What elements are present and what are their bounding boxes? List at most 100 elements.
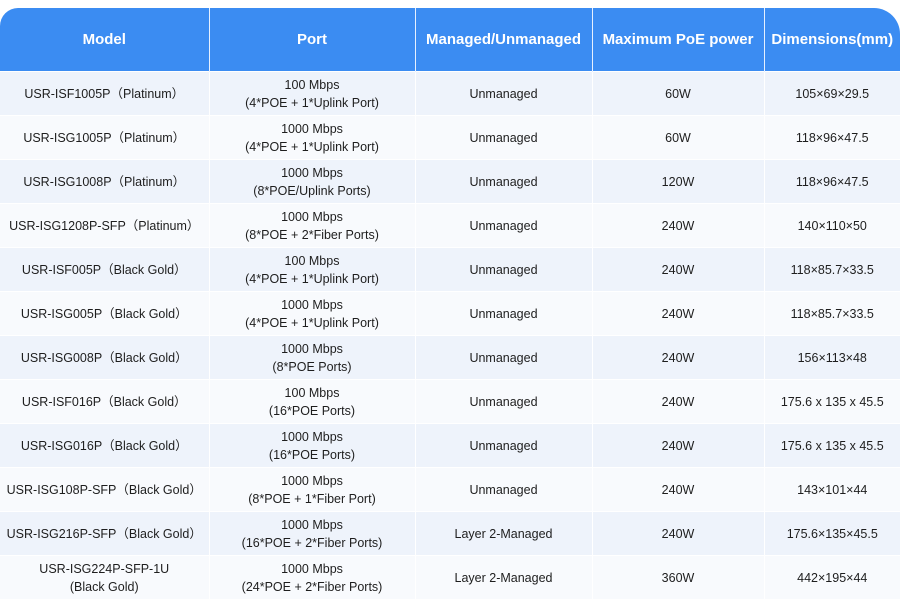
cell-port-line: 1000 Mbps [281,429,343,444]
cell-port-line: (24*POE + 2*Fiber Ports) [241,579,383,594]
cell-port-line: (8*POE Ports) [272,359,352,374]
cell-model: USR-ISF005P（Black Gold） [0,247,210,292]
cell-port-line: 100 Mbps [284,253,340,268]
cell-port: 1000 Mbps (8*POE + 2*Fiber Ports) [209,203,416,248]
cell-max-poe-power: 240W [592,247,765,292]
cell-port: 1000 Mbps (8*POE + 1*Fiber Port) [209,467,416,512]
cell-port-line: (16*POE Ports) [268,447,356,462]
cell-port: 1000 Mbps (4*POE + 1*Uplink Port) [209,291,416,336]
cell-managed: Unmanaged [415,379,593,424]
cell-port-line: 1000 Mbps [281,209,343,224]
cell-max-poe-power: 240W [592,291,765,336]
cell-managed: Unmanaged [415,467,593,512]
cell-model: USR-ISG008P（Black Gold） [0,335,210,380]
table-body: USR-ISF1005P（Platinum） 100 Mbps (4*POE + 1… [0,71,900,599]
cell-model: USR-ISG005P（Black Gold） [0,291,210,336]
cell-model-line: USR-ISG008P（Black Gold） [20,350,188,365]
cell-model-line: USR-ISG005P（Black Gold） [20,306,188,321]
cell-model-line: USR-ISF1005P（Platinum） [24,86,185,101]
cell-model-line: USR-ISG016P（Black Gold） [20,438,188,453]
table-row: USR-ISG216P-SFP（Black Gold） 1000 Mbps (16*… [0,511,900,556]
cell-port-line: 1000 Mbps [281,561,343,576]
cell-max-poe-power: 240W [592,379,765,424]
cell-model-line: USR-ISG216P-SFP（Black Gold） [6,526,202,541]
cell-model: USR-ISG224P-SFP-1U (Black Gold) [0,555,210,599]
cell-port-line: (8*POE + 2*Fiber Ports) [245,227,379,242]
header-dimensions: Dimensions(mm) [764,8,900,72]
cell-model: USR-ISG016P（Black Gold） [0,423,210,468]
cell-port-line: (16*POE Ports) [268,403,356,418]
cell-port-line: (8*POE/Uplink Ports) [253,183,371,198]
cell-port-line: (16*POE + 2*Fiber Ports) [241,535,383,550]
cell-dimensions: 118×85.7×33.5 [764,247,900,292]
table-row: USR-ISF005P（Black Gold） 100 Mbps (4*POE + … [0,247,900,292]
cell-max-poe-power: 120W [592,159,765,204]
header-row: Model Port Managed/Unmanaged Maximum PoE… [0,8,900,72]
header-max-poe-power: Maximum PoE power [592,8,765,72]
cell-port: 1000 Mbps (24*POE + 2*Fiber Ports) [209,555,416,599]
cell-max-poe-power: 360W [592,555,765,599]
cell-model: USR-ISF016P（Black Gold） [0,379,210,424]
cell-managed: Unmanaged [415,335,593,380]
cell-port: 1000 Mbps (8*POE/Uplink Ports) [209,159,416,204]
header-port: Port [209,8,416,72]
cell-managed: Layer 2-Managed [415,511,593,556]
cell-model-line: USR-ISG224P-SFP-1U [39,561,170,576]
cell-dimensions: 442×195×44 [764,555,900,599]
cell-port: 1000 Mbps (16*POE + 2*Fiber Ports) [209,511,416,556]
cell-dimensions: 118×85.7×33.5 [764,291,900,336]
cell-managed: Unmanaged [415,71,593,116]
cell-model-line: USR-ISG1208P-SFP（Platinum） [9,218,200,233]
cell-dimensions: 118×96×47.5 [764,115,900,160]
cell-managed: Unmanaged [415,159,593,204]
cell-managed: Unmanaged [415,115,593,160]
table-row: USR-ISG1208P-SFP（Platinum） 1000 Mbps (8*PO… [0,203,900,248]
table-row: USR-ISF1005P（Platinum） 100 Mbps (4*POE + 1… [0,71,900,116]
cell-dimensions: 156×113×48 [764,335,900,380]
table-row: USR-ISG008P（Black Gold） 1000 Mbps (8*POE P… [0,335,900,380]
cell-model: USR-ISG1005P（Platinum） [0,115,210,160]
cell-port-line: 100 Mbps [284,77,340,92]
poe-switch-comparison-table: Model Port Managed/Unmanaged Maximum PoE… [0,8,900,599]
cell-model-line: USR-ISG1008P（Platinum） [23,174,186,189]
table-row: USR-ISG016P（Black Gold） 1000 Mbps (16*POE … [0,423,900,468]
cell-port: 100 Mbps (4*POE + 1*Uplink Port) [209,247,416,292]
cell-model: USR-ISG1008P（Platinum） [0,159,210,204]
cell-port-line: (4*POE + 1*Uplink Port) [245,139,379,154]
cell-model-line: USR-ISG108P-SFP（Black Gold） [6,482,202,497]
cell-model: USR-ISF1005P（Platinum） [0,71,210,116]
cell-port-line: (4*POE + 1*Uplink Port) [245,315,379,330]
cell-managed: Unmanaged [415,203,593,248]
cell-port-line: (8*POE + 1*Fiber Port) [248,491,376,506]
cell-port-line: 1000 Mbps [281,297,343,312]
table-row: USR-ISG005P（Black Gold） 1000 Mbps (4*POE +… [0,291,900,336]
cell-max-poe-power: 240W [592,467,765,512]
cell-model: USR-ISG1208P-SFP（Platinum） [0,203,210,248]
cell-max-poe-power: 60W [592,115,765,160]
cell-model: USR-ISG216P-SFP（Black Gold） [0,511,210,556]
cell-port-line: 1000 Mbps [281,165,343,180]
table-row: USR-ISG108P-SFP（Black Gold） 1000 Mbps (8*P… [0,467,900,512]
cell-dimensions: 140×110×50 [764,203,900,248]
cell-port-line: 1000 Mbps [281,341,343,356]
cell-port: 100 Mbps (4*POE + 1*Uplink Port) [209,71,416,116]
cell-model: USR-ISG108P-SFP（Black Gold） [0,467,210,512]
cell-port-line: 1000 Mbps [281,473,343,488]
cell-port: 100 Mbps (16*POE Ports) [209,379,416,424]
cell-dimensions: 175.6×135×45.5 [764,511,900,556]
table-row: USR-ISG1008P（Platinum） 1000 Mbps (8*POE/Up… [0,159,900,204]
header-managed: Managed/Unmanaged [415,8,593,72]
cell-port: 1000 Mbps (4*POE + 1*Uplink Port) [209,115,416,160]
cell-managed: Unmanaged [415,247,593,292]
cell-max-poe-power: 240W [592,423,765,468]
cell-dimensions: 175.6 x 135 x 45.5 [764,379,900,424]
table-row: USR-ISF016P（Black Gold） 100 Mbps (16*POE P… [0,379,900,424]
table-row: USR-ISG224P-SFP-1U (Black Gold) 1000 Mbps (… [0,555,900,599]
cell-dimensions: 105×69×29.5 [764,71,900,116]
cell-port-line: (4*POE + 1*Uplink Port) [245,271,379,286]
cell-managed: Unmanaged [415,291,593,336]
cell-managed: Unmanaged [415,423,593,468]
cell-dimensions: 118×96×47.5 [764,159,900,204]
cell-max-poe-power: 240W [592,511,765,556]
cell-model-line: (Black Gold) [69,579,139,594]
